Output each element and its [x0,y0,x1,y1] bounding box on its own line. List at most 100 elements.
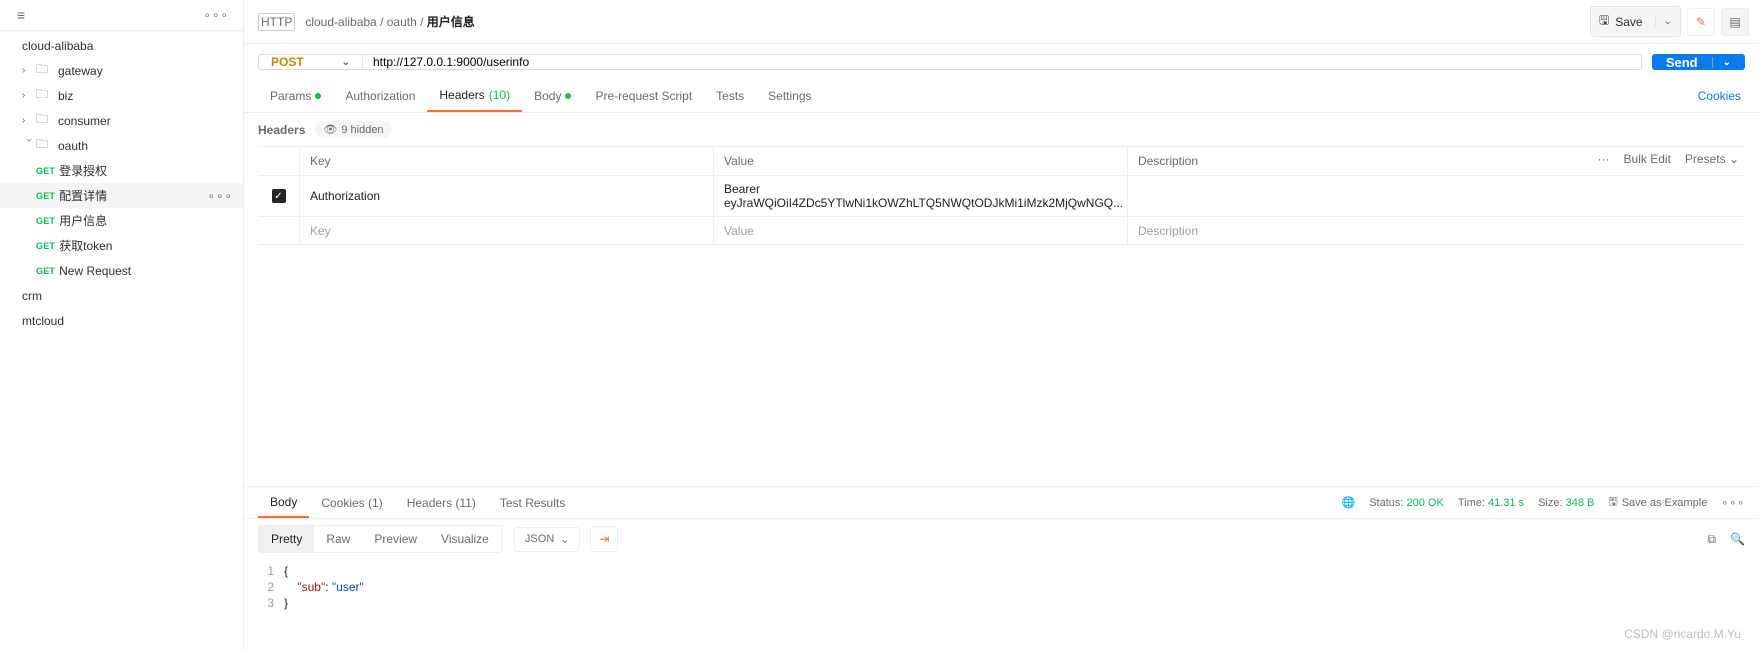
presets-dropdown[interactable]: Presets ⌄ [1685,152,1739,166]
chevron-down-icon: ⌄ [1729,152,1739,166]
filter-input[interactable] [34,6,197,24]
headers-table: Key Value Description ✓ Authorization Be… [258,146,1745,245]
sidebar-more-icon[interactable]: ∘∘∘ [197,8,235,22]
cell-value-placeholder[interactable]: Value [714,217,1128,244]
folder-label: gateway [58,64,103,78]
tab-headers[interactable]: Headers (10) [427,80,522,112]
watermark: CSDN @ricardo.M.Yu [1624,627,1741,641]
cell-key-placeholder[interactable]: Key [300,217,714,244]
more-icon[interactable]: ··· [1598,152,1610,166]
code-source[interactable]: { "sub": "user" } [284,563,364,611]
comment-button[interactable]: ▤ [1721,8,1749,36]
cell-key[interactable]: Authorization [300,176,714,216]
filter-icon[interactable]: ≡ [8,7,34,23]
view-visualize[interactable]: Visualize [429,526,501,552]
folder-biz[interactable]: › 🗀 biz [0,83,243,108]
hidden-label: 9 hidden [341,124,383,136]
collection-mtcloud[interactable]: mtcloud [0,308,243,333]
request-userinfo[interactable]: GET 用户信息 [0,208,243,233]
gutter: 123 [244,563,284,611]
request-config-detail[interactable]: GET 配置详情 ∘∘∘ [0,183,243,208]
bulk-edit-link[interactable]: Bulk Edit [1624,152,1671,166]
save-button[interactable]: 🖫 Save ⌄ [1590,6,1681,37]
view-preview[interactable]: Preview [362,526,429,552]
folder-label: biz [58,89,73,103]
size-value: 348 B [1566,497,1595,509]
tab-authorization[interactable]: Authorization [333,81,427,111]
row-checkbox[interactable]: ✓ [272,189,286,203]
response-body[interactable]: 123 { "sub": "user" } [244,559,1759,651]
save-as-example[interactable]: 🖫Save as Example [1608,493,1707,512]
method-select[interactable]: POST ⌄ [259,55,363,69]
tab-tests[interactable]: Tests [704,81,756,111]
view-raw[interactable]: Raw [314,526,362,552]
tab-settings[interactable]: Settings [756,81,823,111]
request-get-token[interactable]: GET 获取token [0,233,243,258]
eye-icon: 👁 [323,123,337,136]
chevron-right-icon: › [22,90,36,101]
method-badge: GET [36,241,55,251]
tab-strip: HTTP cloud-alibaba / oauth / 用户信息 🖫 Save… [244,0,1759,44]
cell-value[interactable]: Bearer eyJraWQiOiI4ZDc5YTlwNi1kOWZhLTQ5N… [714,176,1128,216]
chevron-down-icon[interactable]: ⌄ [1655,16,1672,27]
hidden-toggle[interactable]: 👁 9 hidden [315,121,391,138]
col-value: Value [714,147,1128,175]
col-key: Key [300,147,714,175]
request-new-request[interactable]: GET New Request [0,258,243,283]
crumb[interactable]: oauth [387,15,417,29]
method-badge: GET [36,216,55,226]
table-row[interactable]: ✓ Authorization Bearer eyJraWQiOiI4ZDc5Y… [258,175,1745,216]
response-more-icon[interactable]: ∘∘∘ [1721,496,1745,509]
request-tabs: Params Authorization Headers (10) Body P… [244,80,1759,113]
chevron-right-icon: › [22,65,36,76]
crumb-current: 用户信息 [427,15,475,29]
headers-label: Headers [258,123,305,137]
url-input[interactable] [363,55,1641,69]
chevron-right-icon: › [22,115,36,126]
crumb[interactable]: cloud-alibaba [305,15,376,29]
status-value: 200 OK [1407,497,1444,509]
folder-oauth[interactable]: › 🗀 oauth [0,133,243,158]
resp-tab-headers[interactable]: Headers (11) [395,488,488,517]
copy-icon[interactable]: ⧉ [1707,532,1716,547]
request-label: New Request [59,264,131,278]
table-row-empty[interactable]: Key Value Description [258,216,1745,244]
tab-pre-request[interactable]: Pre-request Script [583,81,704,111]
cell-description[interactable] [1128,176,1745,216]
save-label: Save [1615,15,1642,29]
format-select[interactable]: JSON ⌄ [514,527,581,552]
send-button[interactable]: Send ⌄ [1652,54,1745,70]
edit-button[interactable]: ✎ [1687,8,1715,36]
cell-description-placeholder[interactable]: Description [1128,217,1745,244]
chevron-down-icon[interactable]: ⌄ [1712,57,1731,68]
collections-tree: cloud-alibaba › 🗀 gateway › 🗀 biz › 🗀 co… [0,31,243,333]
folder-icon: 🗀 [36,85,52,106]
collection-label: cloud-alibaba [22,39,93,53]
url-group: POST ⌄ [258,54,1642,70]
collection-crm[interactable]: crm [0,283,243,308]
table-header: Key Value Description [258,147,1745,175]
line-wrap-button[interactable]: ⇥ [590,526,618,552]
breadcrumb: cloud-alibaba / oauth / 用户信息 [305,13,474,30]
table-actions: ··· Bulk Edit Presets ⌄ [1598,152,1739,166]
resp-tab-test-results[interactable]: Test Results [488,488,577,517]
request-login-auth[interactable]: GET 登录授权 [0,158,243,183]
globe-icon[interactable]: 🌐 [1341,496,1355,509]
dot-indicator-icon [565,93,571,99]
view-pretty[interactable]: Pretty [259,526,314,552]
response-tabs: Body Cookies (1) Headers (11) Test Resul… [244,486,1759,519]
tab-params[interactable]: Params [258,81,333,111]
search-icon[interactable]: 🔍 [1730,532,1745,547]
resp-tab-cookies[interactable]: Cookies (1) [309,488,394,517]
comment-icon: ▤ [1729,15,1740,29]
cookies-link[interactable]: Cookies [1698,89,1745,103]
tab-body[interactable]: Body [522,81,583,111]
folder-gateway[interactable]: › 🗀 gateway [0,58,243,83]
time-value: 41.31 s [1488,497,1524,509]
row-more-icon[interactable]: ∘∘∘ [207,189,243,203]
folder-consumer[interactable]: › 🗀 consumer [0,108,243,133]
collection-cloud-alibaba[interactable]: cloud-alibaba [0,33,243,58]
save-icon: 🖫 [1608,493,1617,512]
request-label: 登录授权 [59,162,107,179]
resp-tab-body[interactable]: Body [258,487,309,518]
